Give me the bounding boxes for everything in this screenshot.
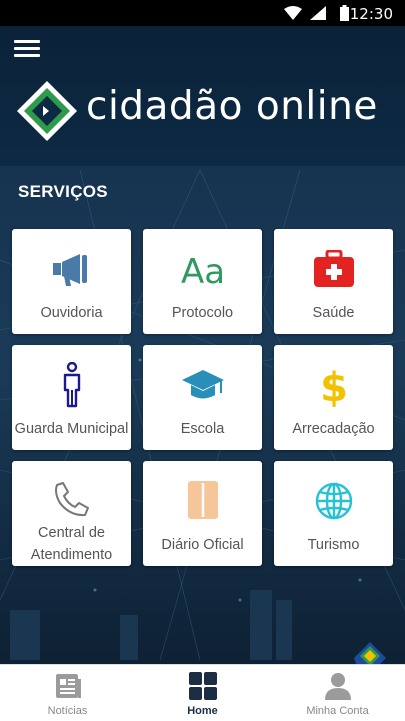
service-label: Saúde [312,305,355,321]
dollar-sign-icon: $ [320,365,348,407]
service-label: Arrecadação [292,421,375,437]
service-label: Diário Oficial [161,537,244,553]
first-aid-kit-icon [313,250,354,287]
service-tile-central-de-atendimento[interactable]: Central de Atendimento [12,461,131,566]
nav-item-noticias[interactable]: Notícias [0,665,135,721]
svg-text:Aa: Aa [180,252,224,289]
service-tile-protocolo[interactable]: Aa Protocolo [143,229,262,334]
book-icon [187,481,218,519]
service-tile-saude[interactable]: Saúde [274,229,393,334]
hamburger-menu-button[interactable] [14,40,40,58]
menu-bar [14,47,40,50]
service-tile-turismo[interactable]: Turismo [274,461,393,566]
nav-label: Notícias [47,705,88,717]
service-tile-arrecadacao[interactable]: $ Arrecadação [274,345,393,450]
graduation-cap-icon [181,370,224,399]
service-tile-guarda-municipal[interactable]: Guarda Municipal [12,345,131,450]
battery-icon [340,5,349,21]
service-tile-ouvidoria[interactable]: Ouvidoria [12,229,131,334]
service-label: Protocolo [171,305,234,321]
service-tile-diario-oficial[interactable]: Diário Oficial [143,461,262,566]
menu-bar [14,54,40,57]
wifi-icon [284,6,302,20]
service-label: Turismo [307,537,360,553]
logo-diamond-icon [17,81,77,141]
nav-label: Home [187,705,218,717]
app-header: cidadão online [0,26,405,166]
text-aa-icon: Aa [180,252,224,289]
globe-icon [315,482,352,520]
service-label-line2: Atendimento [30,547,113,563]
service-label: Ouvidoria [40,305,103,321]
svg-text:$: $ [320,365,348,407]
signal-icon [310,6,326,20]
app-name: cidadão online [86,84,378,129]
newspaper-icon [55,674,81,698]
megaphone-icon [52,254,87,286]
clock: 12:30 [349,5,393,23]
service-label: Central de [38,525,105,541]
service-label: Guarda Municipal [14,421,129,437]
section-title: SERVIÇOS [18,182,108,201]
person-icon [63,362,80,408]
menu-bar [14,40,40,43]
phone-icon [54,482,89,517]
status-bar: 12:30 [0,0,405,26]
service-tile-escola[interactable]: Escola [143,345,262,450]
nav-label: Minha Conta [306,705,369,717]
nav-item-home[interactable]: Home [135,665,270,721]
grid-icon [188,672,217,700]
bottom-navigation: Notícias Home Minha Conta [0,664,405,721]
user-icon [324,673,351,700]
service-label: Escola [180,421,225,437]
nav-item-minha-conta[interactable]: Minha Conta [270,665,405,721]
